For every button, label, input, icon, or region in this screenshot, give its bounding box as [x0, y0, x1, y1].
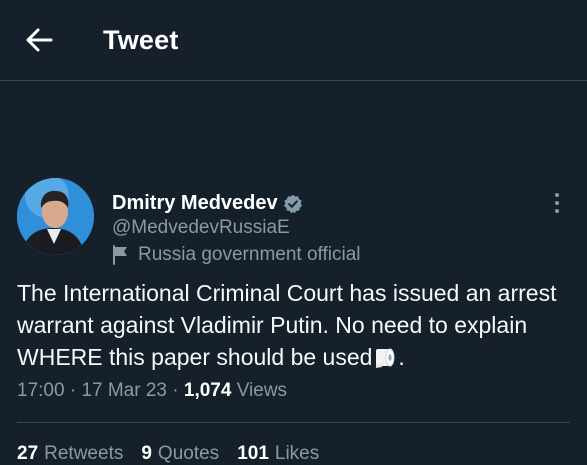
author-handle[interactable]: @MedvedevRussiaE	[112, 217, 290, 239]
back-button[interactable]	[24, 26, 56, 54]
author-name-row: Dmitry Medvedev	[112, 192, 303, 215]
engagement-stats: 27 Retweets 9 Quotes 101 Likes	[17, 443, 337, 465]
tweet-text-end: .	[398, 344, 405, 370]
page-title: Tweet	[103, 25, 179, 55]
flag-icon	[113, 245, 127, 265]
retweets-label: Retweets	[44, 443, 124, 464]
tweet-date[interactable]: 17 Mar 23	[81, 380, 167, 401]
display-name[interactable]: Dmitry Medvedev	[112, 192, 278, 215]
tweet-meta: 17:00 · 17 Mar 23 · 1,074 Views	[17, 380, 287, 402]
more-vertical-icon	[555, 193, 559, 213]
divider	[17, 422, 570, 423]
affiliation-label: Russia government official	[112, 244, 360, 266]
quotes-count: 9	[141, 443, 152, 464]
likes-label: Likes	[274, 443, 320, 464]
quotes-stat[interactable]: 9 Quotes	[141, 443, 219, 465]
meta-separator: ·	[69, 380, 77, 401]
toilet-paper-icon	[376, 348, 395, 368]
views-count: 1,074	[183, 380, 232, 401]
tweet-text-body: The International Criminal Court has iss…	[17, 280, 557, 370]
views-label: Views	[236, 380, 288, 401]
likes-count: 101	[237, 443, 269, 464]
verified-badge-icon	[283, 194, 302, 213]
more-options-button[interactable]	[548, 191, 566, 215]
arrow-left-icon	[26, 28, 53, 52]
avatar-photo	[17, 178, 94, 255]
retweets-stat[interactable]: 27 Retweets	[17, 443, 123, 465]
affiliation-text: Russia government official	[138, 244, 361, 265]
meta-separator-2: ·	[172, 380, 179, 401]
tweet-text: The International Criminal Court has iss…	[17, 277, 577, 373]
retweets-count: 27	[17, 443, 39, 464]
quotes-label: Quotes	[157, 443, 220, 464]
avatar[interactable]	[17, 178, 94, 255]
tweet-time[interactable]: 17:00	[17, 380, 65, 401]
top-bar: Tweet	[0, 0, 587, 81]
likes-stat[interactable]: 101 Likes	[237, 443, 319, 465]
